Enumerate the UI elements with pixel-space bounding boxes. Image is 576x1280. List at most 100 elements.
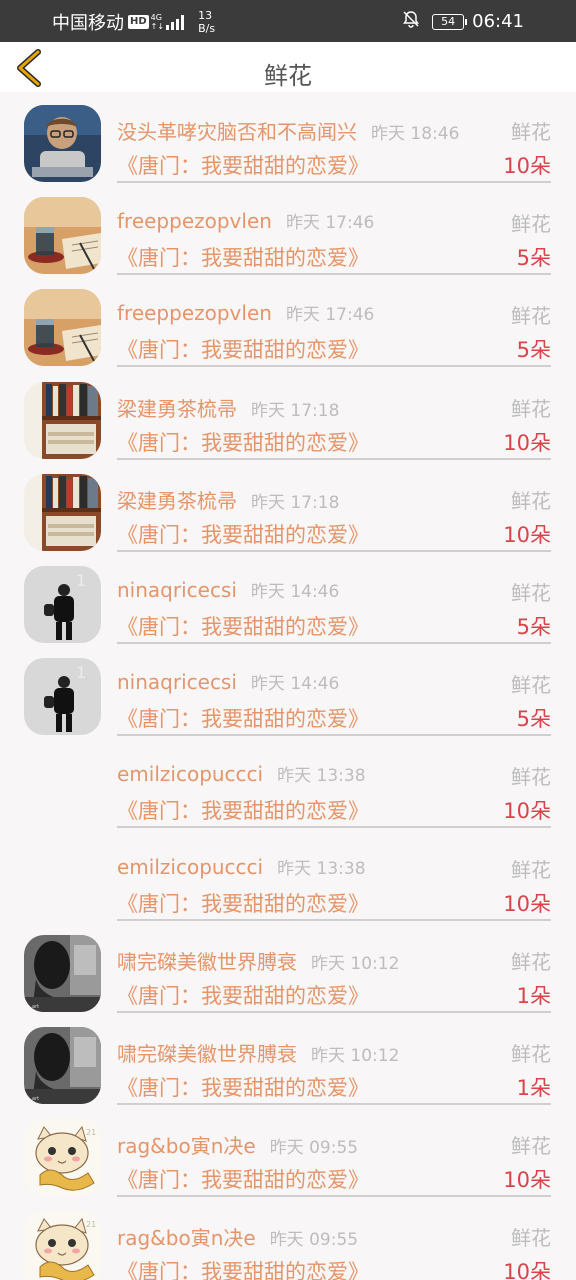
avatar[interactable]: art [24, 934, 101, 1012]
svg-text:1: 1 [76, 571, 86, 590]
list-item[interactable]: freeppezopvlen 昨天 17:46 鲜花《唐门：我要甜甜的恋爱》 5朵 [0, 276, 576, 368]
book-title[interactable]: 《唐门：我要甜甜的恋爱》 [117, 1072, 369, 1102]
list-item[interactable]: freeppezopvlen 昨天 17:46 鲜花 《唐门：我要甜甜的恋爱》 5朵 [0, 184, 576, 276]
avatar[interactable] [24, 105, 101, 182]
book-title[interactable]: 《唐门：我要甜甜的恋爱》 [117, 1164, 369, 1194]
list-item[interactable]: art 啸完磔美徽世界膊衰 昨天 10:12 鲜花《唐门：我要甜甜的恋爱》 1朵 [0, 922, 576, 1014]
avatar[interactable] [24, 197, 101, 275]
book-title[interactable]: 《唐门：我要甜甜的恋爱》 [117, 427, 369, 457]
net-speed-value: 13 [198, 9, 213, 22]
bell-off-icon [402, 10, 420, 33]
user-name-label: 没头革哮灾脑否和不高闻兴 [117, 120, 357, 144]
net-speed: 13 B/s [198, 9, 215, 35]
book-title[interactable]: 《唐门：我要甜甜的恋爱》 [117, 703, 369, 733]
list-item[interactable]: emilzicopuccci 昨天 13:38 鲜花 《唐门：我要甜甜的恋爱》 10朵 [0, 737, 576, 829]
user-name-label: emilzicopuccci [117, 854, 264, 879]
status-right: 54 06:41 [402, 10, 524, 33]
user-name[interactable]: emilzicopuccci 昨天 13:38 [117, 761, 366, 786]
timestamp: 昨天 18:46 [371, 124, 460, 144]
divider [117, 1010, 551, 1013]
book-title[interactable]: 《唐门：我要甜甜的恋爱》 [117, 519, 369, 549]
user-name[interactable]: 啸完磔美徽世界膊衰 昨天 10:12 [117, 1038, 399, 1067]
list-item[interactable]: emilzicopuccci 昨天 13:38 鲜花《唐门：我要甜甜的恋爱》 10朵 [0, 830, 576, 922]
list-item[interactable]: 1 ninaqricecsi 昨天 14:46 鲜花 《唐门：我要甜甜的恋爱》 5朵 [0, 553, 576, 645]
divider [117, 826, 551, 829]
avatar[interactable]: art [24, 1026, 101, 1104]
flower-count: 10朵 [503, 1168, 551, 1193]
user-name[interactable]: 梁建勇茶梳帚 昨天 17:18 [117, 393, 339, 422]
timestamp: 昨天 17:46 [285, 213, 375, 234]
nav-bar: 鲜花 [0, 42, 576, 92]
updown-icon: ↑↓ [150, 22, 165, 31]
user-name-label: 梁建勇茶梳帚 [117, 396, 237, 421]
user-name-label: ninaqricecsi [117, 670, 237, 695]
book-title[interactable]: 《唐门：我要甜甜的恋爱》 [117, 888, 369, 918]
timestamp: 昨天 10:12 [311, 1045, 400, 1066]
user-name[interactable]: rag&bo寅n决e 昨天 09:55 [117, 1130, 358, 1159]
list-item[interactable]: 21 rag&bo寅n决e 昨天 09:55 鲜花 《唐门：我要甜甜的恋爱》 10朵 [0, 1106, 576, 1198]
book-title[interactable]: 《唐门：我要甜甜的恋爱》 [117, 334, 369, 364]
timestamp: 昨天 09:55 [269, 1230, 359, 1251]
gift-type: 鲜花 [511, 857, 551, 882]
status-left: 中国移动 HD 4G ↑↓ 13 B/s [52, 9, 215, 35]
flower-count: 10朵 [503, 891, 551, 916]
flower-count: 5朵 [516, 338, 551, 363]
gift-type: 鲜花 [511, 120, 551, 144]
flower-count: 1朵 [516, 983, 551, 1008]
gift-type: 鲜花 [511, 673, 551, 698]
list-item[interactable]: 1 ninaqricecsi 昨天 14:46 鲜花《唐门：我要甜甜的恋爱》 5朵 [0, 645, 576, 737]
list-item[interactable]: art 啸完磔美徽世界膊衰 昨天 10:12 鲜花《唐门：我要甜甜的恋爱》 1朵 [0, 1014, 576, 1106]
divider [117, 181, 551, 183]
gift-type: 鲜花 [511, 212, 551, 237]
book-title[interactable]: 《唐门：我要甜甜的恋爱》 [117, 611, 369, 641]
battery-level: 54 [441, 15, 456, 28]
user-name[interactable]: 没头革哮灾脑否和不高闻兴 昨天 18:46 [117, 116, 459, 145]
divider [117, 734, 551, 737]
list-item[interactable]: 梁建勇茶梳帚 昨天 17:18 鲜花 《唐门：我要甜甜的恋爱》 10朵 [0, 369, 576, 461]
gift-type: 鲜花 [511, 304, 551, 329]
user-name[interactable]: freeppezopvlen 昨天 17:46 [117, 300, 374, 325]
flower-count: 10朵 [503, 799, 551, 824]
avatar[interactable]: 21 [24, 1211, 101, 1280]
timestamp: 昨天 14:46 [250, 581, 340, 602]
avatar[interactable] [24, 381, 101, 459]
timestamp: 昨天 13:38 [277, 766, 366, 787]
flower-count: 10朵 [503, 522, 551, 547]
user-name-label: ninaqricecsi [117, 577, 237, 602]
avatar[interactable]: 1 [24, 565, 101, 643]
avatar[interactable] [24, 473, 101, 551]
status-bar: 中国移动 HD 4G ↑↓ 13 B/s 54 06:41 [0, 0, 576, 42]
avatar[interactable]: 1 [24, 658, 101, 736]
user-name[interactable]: emilzicopuccci 昨天 13:38 [117, 854, 366, 879]
user-name-label: rag&bo寅n决e [117, 1226, 256, 1251]
flower-count: 1朵 [516, 1075, 551, 1100]
avatar[interactable]: 21 [24, 1119, 101, 1197]
timestamp: 昨天 09:55 [269, 1138, 359, 1159]
gift-type: 鲜花 [511, 1226, 551, 1251]
user-name[interactable]: ninaqricecsi 昨天 14:46 [117, 577, 339, 602]
divider [117, 549, 551, 552]
user-name-label: freeppezopvlen [117, 301, 272, 326]
flower-count: 5朵 [516, 707, 551, 732]
list-item[interactable]: 21 rag&bo寅n决e 昨天 09:55 鲜花《唐门：我要甜甜的恋爱》 10朵 [0, 1198, 576, 1280]
gift-type: 鲜花 [511, 1041, 551, 1066]
user-name[interactable]: 啸完磔美徽世界膊衰 昨天 10:12 [117, 946, 399, 975]
book-title[interactable]: 《唐门：我要甜甜的恋爱》 [117, 242, 369, 272]
gift-type: 鲜花 [511, 949, 551, 974]
list-item[interactable]: 没头革哮灾脑否和不高闻兴 昨天 18:46 鲜花 《唐门：我要甜甜的恋爱》 10朵 [0, 92, 576, 184]
user-name[interactable]: ninaqricecsi 昨天 14:46 [117, 669, 339, 694]
flower-count: 10朵 [503, 1260, 551, 1280]
clock: 06:41 [472, 11, 524, 32]
book-title[interactable]: 《唐门：我要甜甜的恋爱》 [117, 980, 369, 1010]
svg-text:1: 1 [76, 663, 86, 682]
list-item[interactable]: 梁建勇茶梳帚 昨天 17:18 鲜花 《唐门：我要甜甜的恋爱》 10朵 [0, 461, 576, 553]
user-name[interactable]: 梁建勇茶梳帚 昨天 17:18 [117, 485, 339, 514]
user-name-label: 啸完磔美徽世界膊衰 [117, 1041, 297, 1066]
book-title[interactable]: 《唐门：我要甜甜的恋爱》 [117, 795, 369, 825]
book-title[interactable]: 《唐门：我要甜甜的恋爱》 [117, 1256, 369, 1280]
user-name[interactable]: rag&bo寅n决e 昨天 09:55 [117, 1222, 358, 1251]
avatar[interactable] [24, 289, 101, 367]
user-name[interactable]: freeppezopvlen 昨天 17:46 [117, 208, 374, 233]
svg-text:21: 21 [86, 1220, 96, 1229]
book-title[interactable]: 《唐门：我要甜甜的恋爱》 [117, 150, 369, 180]
